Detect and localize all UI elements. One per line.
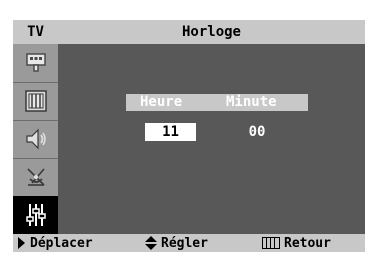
tv-label: TV — [27, 24, 44, 40]
return-label: Retour — [284, 235, 331, 251]
antenna-icon — [26, 168, 45, 186]
footer-move: Déplacer — [17, 234, 93, 252]
osd-menu: TV Horloge Heure Minute 11 00 Déplacer R… — [13, 20, 365, 252]
sidebar-item-sound[interactable] — [13, 120, 58, 158]
clock-content: Heure Minute 11 00 — [58, 44, 365, 234]
sidebar-item-channel[interactable] — [13, 158, 58, 196]
sidebar-item-picture[interactable] — [13, 82, 58, 120]
input-icon — [25, 53, 46, 72]
up-down-arrows-icon — [145, 236, 157, 250]
clock-header: Heure Minute — [126, 94, 308, 111]
page-title: Horloge — [181, 24, 241, 40]
triangle-right-icon — [18, 237, 25, 249]
hour-field[interactable]: 11 — [145, 123, 196, 141]
picture-icon — [24, 90, 47, 112]
footer-bar: Déplacer Régler Retour — [13, 234, 365, 252]
hour-label: Heure — [140, 94, 183, 110]
sound-icon — [25, 128, 46, 150]
sidebar — [13, 44, 58, 234]
move-label: Déplacer — [30, 235, 93, 251]
setup-icon — [25, 204, 46, 226]
menu-icon — [262, 237, 280, 249]
footer-return: Retour — [262, 234, 331, 252]
minute-field[interactable]: 00 — [232, 123, 282, 141]
footer-adjust: Régler — [145, 234, 208, 252]
adjust-label: Régler — [161, 235, 208, 251]
header-bar: TV Horloge — [13, 20, 365, 44]
sidebar-item-setup[interactable] — [13, 196, 58, 234]
sidebar-item-input[interactable] — [13, 44, 58, 82]
minute-label: Minute — [226, 94, 277, 110]
